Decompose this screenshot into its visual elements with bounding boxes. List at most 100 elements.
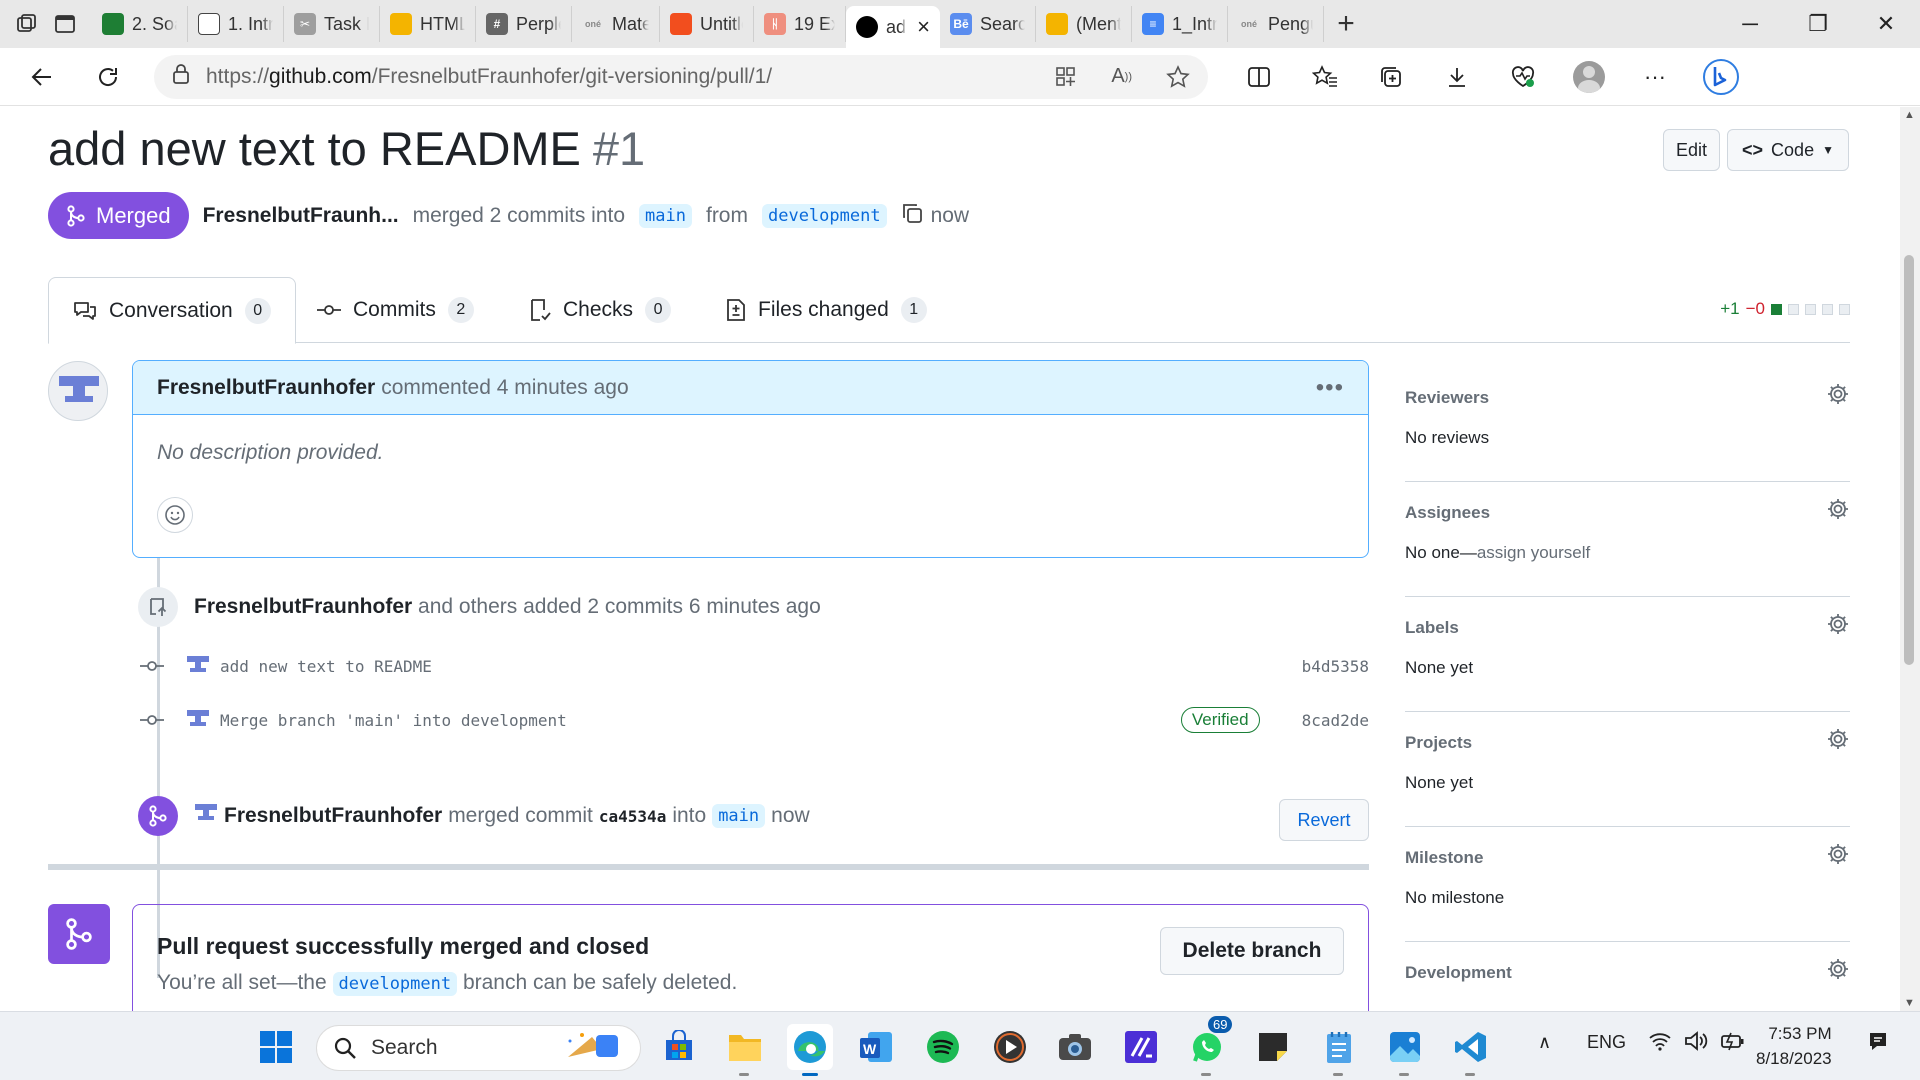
battery-icon[interactable] [1720, 1030, 1746, 1057]
scroll-down-icon[interactable]: ▼ [1904, 997, 1915, 1009]
system-clock[interactable]: 7:53 PM 8/18/2023 [1756, 1021, 1832, 1071]
comment-author[interactable]: FresnelbutFraunhofer [157, 376, 375, 400]
browser-tab[interactable]: ad × [846, 6, 940, 48]
base-branch[interactable]: main [639, 203, 692, 228]
chevron-up-icon[interactable]: ∧ [1538, 1032, 1551, 1053]
browser-tab[interactable]: ≡ 1_Intro [1132, 6, 1228, 42]
gear-icon[interactable] [1826, 727, 1850, 756]
scroll-up-icon[interactable]: ▲ [1904, 109, 1915, 121]
address-bar[interactable]: https://github.com/FresnelbutFraunhofer/… [154, 54, 1208, 99]
collections-icon[interactable] [1368, 54, 1414, 100]
volume-icon[interactable] [1684, 1030, 1710, 1057]
merge-commit-sha[interactable]: ca4534a [599, 807, 666, 826]
restore-button[interactable]: ❐ [1784, 0, 1852, 48]
app-icon-purple[interactable] [1118, 1024, 1164, 1070]
sidebar-heading[interactable]: Assignees [1405, 503, 1490, 523]
favorites-icon[interactable] [1302, 54, 1348, 100]
tab-actions-icon[interactable] [52, 11, 78, 37]
avatar[interactable] [48, 361, 108, 421]
back-button[interactable] [20, 55, 64, 99]
commit-message[interactable]: Merge branch 'main' into development [220, 711, 567, 730]
split-screen-icon[interactable] [1236, 54, 1282, 100]
notepad-app-icon[interactable] [1316, 1024, 1362, 1076]
browser-tab[interactable]: 1. Intro [188, 6, 284, 42]
base-branch[interactable]: main [712, 804, 766, 828]
head-branch[interactable]: development [761, 203, 887, 228]
browser-tab[interactable]: Untitle [660, 6, 754, 42]
copy-icon[interactable] [901, 202, 923, 230]
browser-tab[interactable]: 2. Soal [92, 6, 188, 42]
read-aloud-icon[interactable]: A)) [1111, 65, 1132, 88]
profile-avatar[interactable] [1566, 54, 1612, 100]
browser-tab[interactable]: oné Pengur [1228, 6, 1324, 42]
browser-tab[interactable]: Bē Search [940, 6, 1036, 42]
sidebar-heading[interactable]: Development [1405, 963, 1512, 983]
downloads-icon[interactable] [1434, 54, 1480, 100]
new-tab-button[interactable]: + [1324, 6, 1368, 42]
more-menu-icon[interactable]: ··· [1632, 54, 1678, 100]
notification-center-icon[interactable] [1866, 1030, 1890, 1059]
gear-icon[interactable] [1826, 497, 1850, 526]
kebab-menu-icon[interactable]: ••• [1316, 374, 1344, 402]
minimize-button[interactable]: ─ [1716, 0, 1784, 48]
sidebar-heading[interactable]: Milestone [1405, 848, 1483, 868]
avatar[interactable] [184, 708, 212, 732]
browser-tab[interactable]: ᚺ 19 Exar [754, 6, 846, 42]
event-author[interactable]: FresnelbutFraunhofer [194, 595, 412, 618]
browser-tab[interactable]: (Mente [1036, 6, 1132, 42]
add-reaction-button[interactable] [157, 497, 193, 533]
code-button[interactable]: <> Code ▼ [1727, 129, 1849, 171]
head-branch[interactable]: development [332, 972, 458, 996]
sidebar-heading[interactable]: Reviewers [1405, 388, 1489, 408]
taskbar-search[interactable]: Search [316, 1025, 641, 1071]
tab-files-changed[interactable]: Files changed 1 [702, 277, 951, 343]
tab-commits[interactable]: Commits 2 [293, 277, 498, 343]
whatsapp-app-icon[interactable]: 69 [1184, 1016, 1233, 1076]
workspaces-icon[interactable] [14, 11, 40, 37]
gear-icon[interactable] [1826, 842, 1850, 871]
pr-author-link[interactable]: FresnelbutFraunh... [203, 204, 399, 228]
edge-browser-icon[interactable] [787, 1024, 833, 1076]
sticky-notes-icon[interactable] [1250, 1024, 1296, 1070]
merge-time[interactable]: now [771, 804, 810, 828]
media-player-icon[interactable] [987, 1024, 1033, 1070]
browser-tab[interactable]: # Perplex [476, 6, 572, 42]
browser-tab[interactable]: ✂ Task Lis [284, 6, 380, 42]
delete-branch-button[interactable]: Delete branch [1160, 927, 1344, 975]
avatar[interactable] [184, 654, 212, 678]
start-button[interactable] [253, 1024, 299, 1070]
gear-icon[interactable] [1826, 382, 1850, 411]
bing-chat-icon[interactable] [1698, 54, 1744, 100]
wifi-icon[interactable] [1648, 1030, 1672, 1057]
tab-checks[interactable]: Checks 0 [505, 277, 695, 343]
verified-badge[interactable]: Verified [1180, 707, 1260, 733]
close-window-button[interactable]: ✕ [1852, 0, 1920, 48]
gear-icon[interactable] [1826, 612, 1850, 641]
vscode-app-icon[interactable] [1448, 1024, 1494, 1076]
spotify-app-icon[interactable] [920, 1024, 966, 1070]
page-scrollbar[interactable]: ▲ ▼ [1900, 107, 1920, 1011]
edit-button[interactable]: Edit [1663, 129, 1720, 171]
browser-tab[interactable]: HTML [380, 6, 476, 42]
word-app-icon[interactable]: W [853, 1024, 899, 1070]
scrollbar-thumb[interactable] [1904, 255, 1914, 665]
tab-conversation[interactable]: Conversation 0 [48, 277, 296, 344]
commit-message[interactable]: add new text to README [220, 657, 432, 676]
app-available-icon[interactable] [1055, 66, 1077, 88]
revert-button[interactable]: Revert [1279, 799, 1369, 841]
browser-tab[interactable]: oné Materi [572, 6, 660, 42]
event-author[interactable]: FresnelbutFraunhofer [224, 804, 442, 828]
comment-timestamp[interactable]: commented 4 minutes ago [381, 376, 628, 400]
gear-icon[interactable] [1826, 957, 1850, 986]
commit-sha[interactable]: 8cad2de [1302, 711, 1369, 730]
assign-yourself-link[interactable]: assign yourself [1477, 543, 1590, 562]
close-tab-icon[interactable]: × [917, 14, 930, 40]
language-indicator[interactable]: ENG [1587, 1032, 1626, 1053]
avatar[interactable] [192, 802, 220, 831]
refresh-button[interactable] [86, 55, 130, 99]
favorite-star-icon[interactable] [1166, 64, 1190, 89]
camera-app-icon[interactable] [1052, 1024, 1098, 1070]
file-explorer-icon[interactable] [722, 1024, 768, 1076]
sidebar-heading[interactable]: Labels [1405, 618, 1459, 638]
store-app-icon[interactable] [656, 1024, 702, 1070]
